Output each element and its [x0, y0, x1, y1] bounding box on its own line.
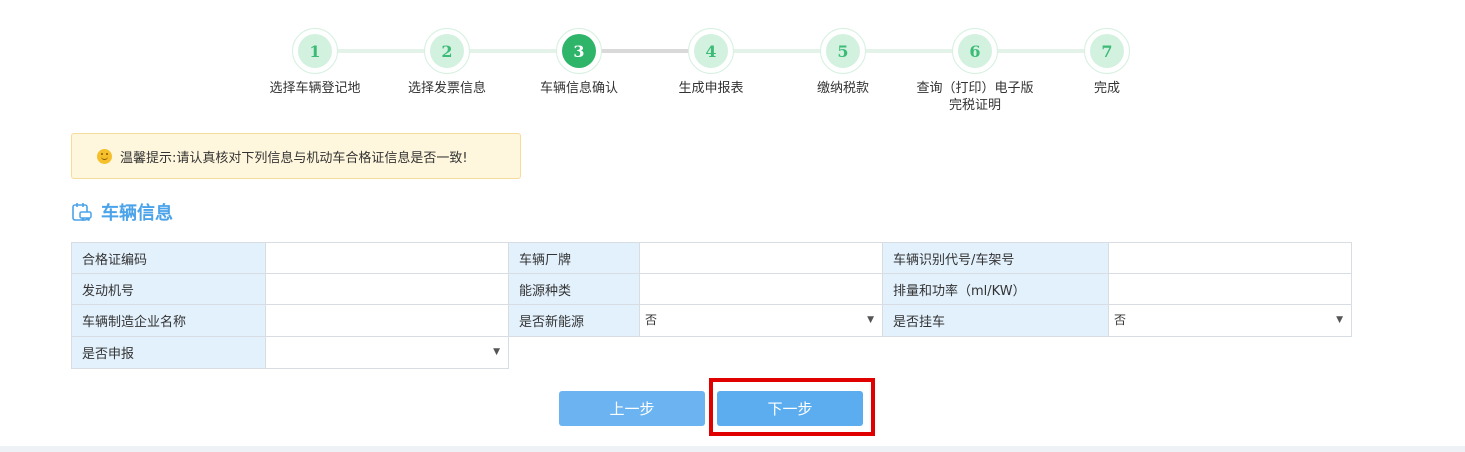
declare-select[interactable]: ▼ [266, 337, 508, 368]
dropdown-arrow-icon: ▼ [1336, 315, 1343, 325]
step-1-label: 选择车辆登记地 [269, 81, 361, 96]
table-row: 车辆制造企业名称 是否新能源 否 ▼ 是否挂车 否 ▼ [71, 304, 1352, 337]
displacement-label: 排量和功率（ml/KW） [882, 273, 1109, 305]
engine-label: 发动机号 [71, 273, 266, 305]
new-energy-label: 是否新能源 [508, 304, 640, 337]
progress-stepper: 1 选择车辆登记地 2 选择发票信息 3 车辆信息确认 4 生成申报表 5 缴纳… [0, 0, 1465, 120]
declare-label: 是否申报 [71, 336, 266, 369]
highlight-box [709, 378, 875, 436]
step-4-circle: 4 [688, 28, 734, 74]
declare-select-cell: ▼ [265, 336, 509, 369]
manufacturer-label: 车辆制造企业名称 [71, 304, 266, 337]
table-row: 发动机号 能源种类 排量和功率（ml/KW） [71, 273, 1352, 305]
step-number: 6 [958, 34, 992, 68]
step-number: 1 [298, 34, 332, 68]
step-7-label: 完成 [1093, 81, 1120, 96]
new-energy-select-cell: 否 ▼ [639, 304, 883, 337]
table-row: 是否申报 ▼ [71, 336, 1352, 369]
vehicle-calendar-icon [72, 203, 92, 221]
new-energy-selected: 否 [645, 313, 658, 327]
table-row: 合格证编码 车辆厂牌 车辆识别代号/车架号 [71, 242, 1352, 274]
new-energy-select[interactable]: 否 ▼ [640, 305, 882, 336]
smile-icon [97, 148, 112, 164]
trailer-select[interactable]: 否 ▼ [1109, 305, 1351, 336]
step-2-label: 选择发票信息 [407, 81, 486, 96]
step-number: 5 [826, 34, 860, 68]
empty-cell [509, 337, 1352, 369]
cert-no-field[interactable] [265, 242, 509, 274]
step-5-circle: 5 [820, 28, 866, 74]
step-number: 2 [430, 34, 464, 68]
step-3-circle: 3 [556, 28, 602, 74]
displacement-field[interactable] [1108, 273, 1352, 305]
dropdown-arrow-icon: ▼ [493, 347, 500, 357]
step-connector [711, 49, 1107, 53]
trailer-label: 是否挂车 [882, 304, 1109, 337]
energy-label: 能源种类 [508, 273, 640, 305]
reminder-tip: 温馨提示:请认真核对下列信息与机动车合格证信息是否一致! [71, 133, 521, 179]
step-5-label: 缴纳税款 [816, 81, 869, 96]
brand-field[interactable] [639, 242, 883, 274]
section-header: 车辆信息 [71, 199, 173, 225]
trailer-selected: 否 [1114, 313, 1127, 327]
section-title: 车辆信息 [101, 203, 173, 224]
engine-field[interactable] [265, 273, 509, 305]
dropdown-arrow-icon: ▼ [867, 315, 874, 325]
vehicle-info-table: 合格证编码 车辆厂牌 车辆识别代号/车架号 发动机号 能源种类 排量和功率（ml… [71, 242, 1352, 369]
step-7-circle: 7 [1084, 28, 1130, 74]
cert-no-label: 合格证编码 [71, 242, 266, 274]
step-number: 7 [1090, 34, 1124, 68]
brand-label: 车辆厂牌 [508, 242, 640, 274]
step-6-circle: 6 [952, 28, 998, 74]
step-4-label: 生成申报表 [678, 81, 744, 96]
vin-label: 车辆识别代号/车架号 [882, 242, 1109, 274]
manufacturer-field[interactable] [265, 304, 509, 337]
vin-field[interactable] [1108, 242, 1352, 274]
step-1-circle: 1 [292, 28, 338, 74]
step-6-label: 查询（打印）电子版完税证明 [916, 81, 1034, 113]
tip-text: 温馨提示:请认真核对下列信息与机动车合格证信息是否一致! [120, 150, 468, 166]
step-3-label: 车辆信息确认 [539, 81, 618, 96]
trailer-select-cell: 否 ▼ [1108, 304, 1352, 337]
step-number: 3 [562, 34, 596, 68]
step-2-circle: 2 [424, 28, 470, 74]
energy-field[interactable] [639, 273, 883, 305]
prev-step-button[interactable]: 上一步 [559, 391, 705, 426]
footer-divider [0, 446, 1465, 452]
step-number: 4 [694, 34, 728, 68]
